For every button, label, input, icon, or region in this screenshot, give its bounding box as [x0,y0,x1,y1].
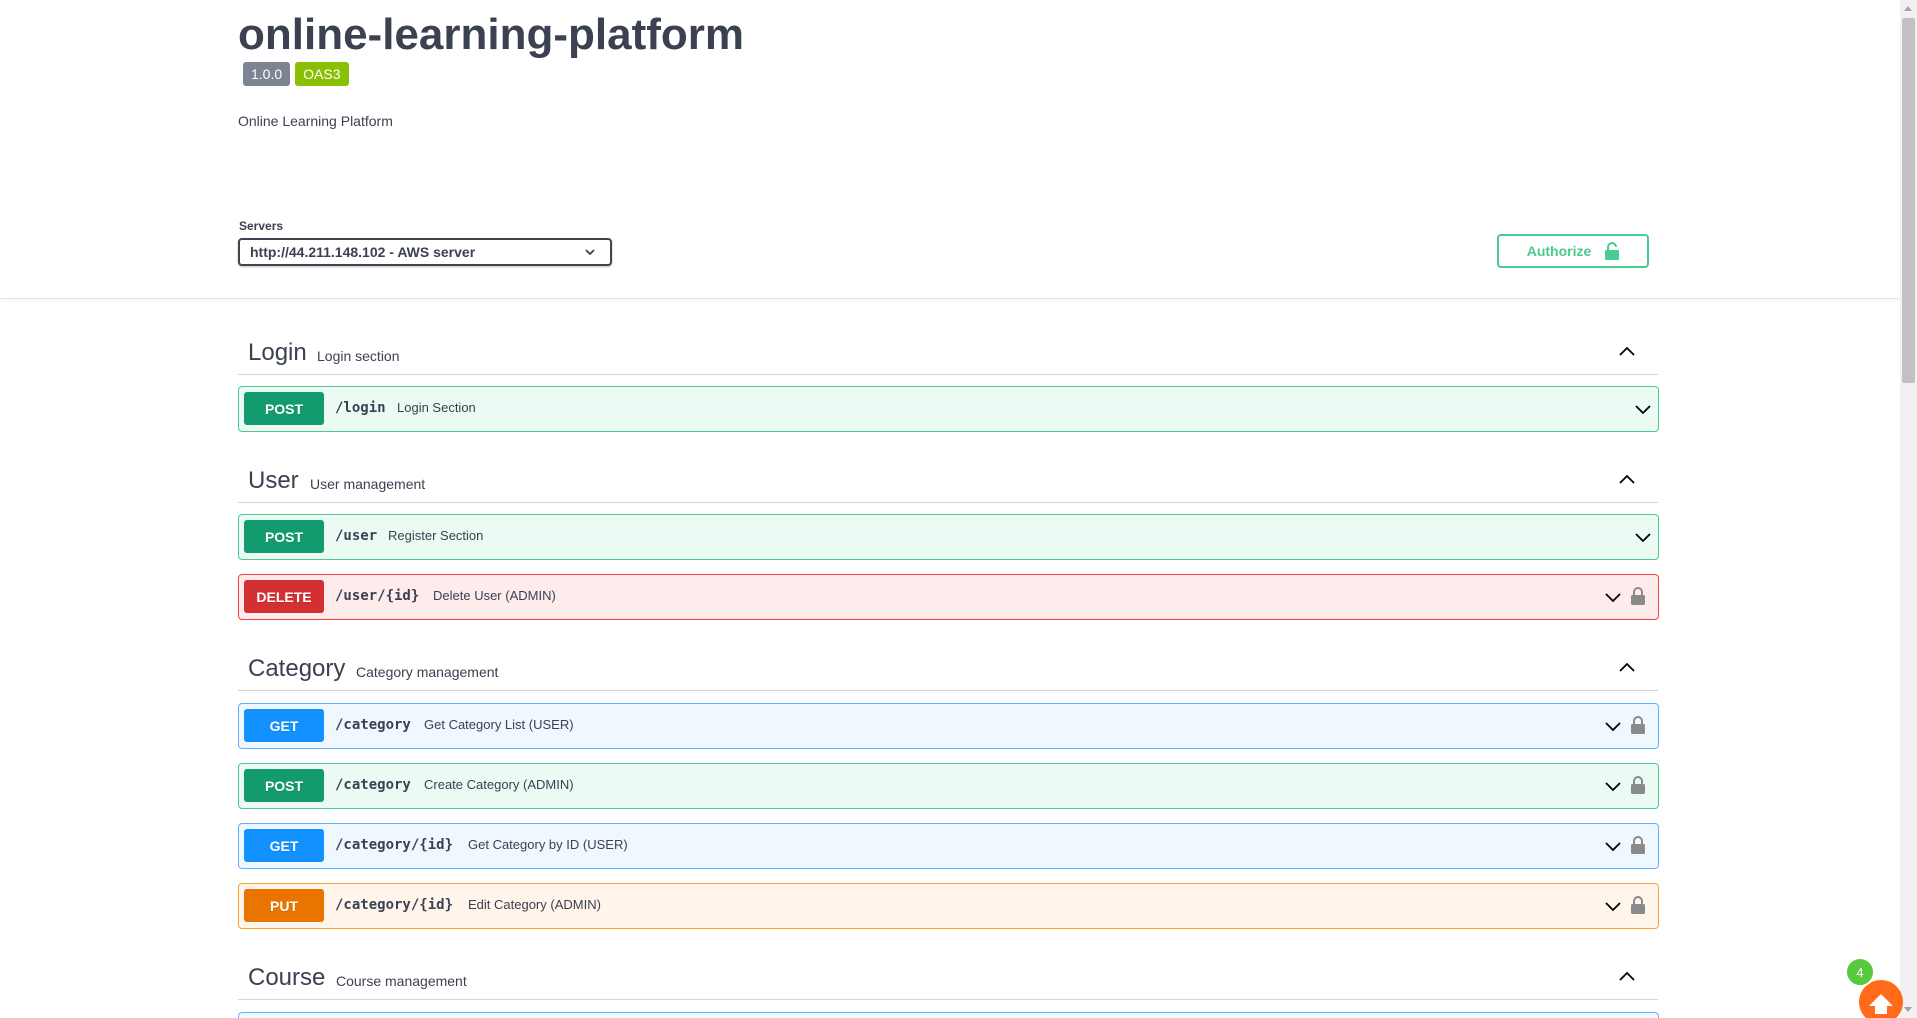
operation-summary: Edit Category (ADMIN) [468,897,601,912]
operation-summary: Get Category by ID (USER) [468,837,628,852]
servers-selected-value: http://44.211.148.102 - AWS server [250,244,476,260]
tag-name: Course [248,964,326,991]
tag-description: Course management [336,973,467,989]
chevron-up-icon[interactable] [1618,471,1636,489]
tag-name: User [248,467,299,494]
operation-path: /category [335,777,411,793]
version-badges: 1.0.0 OAS3 [243,62,349,86]
tag-name: Login [248,339,307,366]
chevron-down-icon[interactable] [1634,528,1652,546]
vertical-scrollbar[interactable] [1900,0,1917,1018]
chevron-up-icon[interactable] [1618,659,1636,677]
lock-icon[interactable] [1631,716,1645,734]
lock-icon[interactable] [1631,776,1645,794]
operation-post-category[interactable]: POST /category Create Category (ADMIN) [238,763,1659,809]
tag-name: Category [248,655,346,682]
tag-user[interactable]: User User management [238,453,1658,503]
operation-summary: Delete User (ADMIN) [433,588,556,603]
operation-summary: Create Category (ADMIN) [424,777,574,792]
scheme-divider [0,298,1900,299]
operation-get-category-id[interactable]: GET /category/{id} Get Category by ID (U… [238,823,1659,869]
operation-delete-user-id[interactable]: DELETE /user/{id} Delete User (ADMIN) [238,574,1659,620]
operation-put-category-id[interactable]: PUT /category/{id} Edit Category (ADMIN) [238,883,1659,929]
version-badge: 1.0.0 [243,62,291,86]
operation-summary: Get Category List (USER) [424,717,574,732]
tag-category[interactable]: Category Category management [238,641,1658,691]
method-badge: PUT [244,889,324,922]
lock-icon[interactable] [1631,896,1645,914]
scroll-down-arrow[interactable] [1904,1007,1912,1012]
operation-path: /user/{id} [335,588,420,604]
operation-path: /user [335,528,378,544]
tag-description: User management [310,476,426,492]
method-badge: GET [244,829,324,862]
operation-summary: Register Section [388,528,484,543]
chevron-down-icon [585,249,595,256]
authorize-label: Authorize [1526,243,1592,259]
method-badge: GET [244,709,324,742]
tag-description: Login section [317,348,400,364]
scrollbar-thumb[interactable] [1902,18,1915,383]
chevron-down-icon[interactable] [1604,588,1622,606]
operation-path: /login [335,400,386,416]
operation-path: /category [335,717,411,733]
chevron-down-icon[interactable] [1604,837,1622,855]
servers-select[interactable]: http://44.211.148.102 - AWS server [238,238,612,266]
chevron-up-icon[interactable] [1618,968,1636,986]
operation-summary: Login Section [397,400,476,415]
authorize-button[interactable]: Authorize [1497,234,1649,268]
method-badge: POST [244,520,324,553]
servers-label: Servers [239,219,284,233]
tag-login[interactable]: Login Login section [238,325,1658,375]
method-badge: POST [244,392,324,425]
tag-description: Category management [356,664,499,680]
method-badge: DELETE [244,580,324,613]
api-title: online-learning-platform [238,10,744,59]
oas-badge: OAS3 [295,62,349,86]
unlock-icon [1605,242,1620,260]
method-badge: POST [244,769,324,802]
chevron-down-icon[interactable] [1634,400,1652,418]
operation-get-category[interactable]: GET /category Get Category List (USER) [238,703,1659,749]
tag-course[interactable]: Course Course management [238,950,1658,1000]
swagger-ui-page: online-learning-platform 1.0.0 OAS3 Onli… [0,0,1917,1018]
chevron-down-icon[interactable] [1604,777,1622,795]
api-description: Online Learning Platform [238,113,393,129]
chevron-down-icon[interactable] [1604,897,1622,915]
scroll-up-arrow[interactable] [1904,6,1912,11]
operation-post-login[interactable]: POST /login Login Section [238,386,1659,432]
lock-icon[interactable] [1631,587,1645,605]
lock-icon[interactable] [1631,836,1645,854]
chevron-up-icon[interactable] [1618,343,1636,361]
operation-path: /category/{id} [335,837,454,853]
operation-partial-course[interactable] [238,1012,1659,1018]
operation-post-user[interactable]: POST /user Register Section [238,514,1659,560]
notification-count-badge[interactable]: 4 [1845,957,1875,987]
operation-path: /category/{id} [335,897,454,913]
chevron-down-icon[interactable] [1604,717,1622,735]
